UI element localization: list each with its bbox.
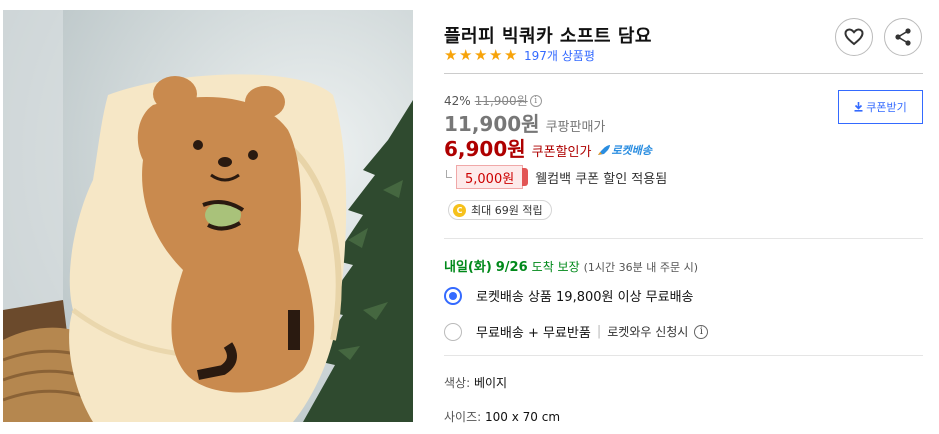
cash-reward-text: 최대 69원 적립 bbox=[471, 204, 543, 217]
cash-reward-chip: C 최대 69원 적립 bbox=[448, 200, 552, 220]
star-rating: ★ ★ ★ ★ ★ bbox=[444, 45, 519, 64]
delivery-condition: (1시간 36분 내 주문 시) bbox=[583, 261, 699, 274]
download-coupon-label: 쿠폰받기 bbox=[866, 101, 907, 114]
spec-value: 100 x 70 cm bbox=[485, 410, 561, 424]
star-icon: ★ bbox=[474, 45, 488, 64]
star-icon: ★ bbox=[444, 45, 458, 64]
spec-value: 베이지 bbox=[473, 376, 508, 390]
coupon-amount-chip: 5,000원 bbox=[456, 165, 529, 189]
sale-price-row: 6,900원 쿠폰할인가 로켓배송 bbox=[444, 133, 652, 162]
download-icon bbox=[854, 102, 863, 112]
product-photo bbox=[3, 10, 413, 422]
spec-size: 사이즈: 100 x 70 cm bbox=[444, 408, 560, 425]
tree-corner bbox=[446, 170, 452, 178]
download-coupon-button[interactable]: 쿠폰받기 bbox=[838, 90, 923, 124]
divider bbox=[444, 355, 923, 356]
shipping-option-free[interactable]: 무료배송 + 무료반품 | 로켓와우 신청시 i bbox=[444, 322, 709, 341]
review-count-link[interactable]: 197개 상품평 bbox=[524, 47, 595, 64]
info-icon[interactable]: i bbox=[694, 324, 709, 339]
delivery-day: 내일(화) bbox=[444, 260, 492, 275]
separator: | bbox=[596, 324, 602, 339]
delivery-estimate: 내일(화) 9/26 도착 보장 (1시간 36분 내 주문 시) bbox=[444, 256, 698, 275]
product-image[interactable] bbox=[3, 10, 413, 422]
shipping-option-label: 무료배송 + 무료반품 bbox=[476, 326, 591, 341]
original-price-row: 42% 11,900원 i bbox=[444, 92, 542, 109]
radio-unselected[interactable] bbox=[444, 322, 462, 341]
star-icon: ★ bbox=[489, 45, 503, 64]
info-icon[interactable]: i bbox=[529, 94, 542, 107]
divider bbox=[444, 238, 923, 239]
spec-color: 색상: 베이지 bbox=[444, 374, 507, 391]
divider bbox=[444, 73, 923, 74]
coupon-applied-text: 웰컴백 쿠폰 할인 적용됨 bbox=[535, 171, 668, 187]
product-info-panel: 플러피 빅쿼카 소프트 담요 ★ ★ ★ ★ ★ 197개 상품평 42% 11… bbox=[444, 0, 924, 434]
share-button[interactable] bbox=[884, 18, 922, 56]
rocket-delivery-badge: 로켓배송 bbox=[597, 142, 652, 158]
shipping-option-label: 로켓배송 상품 19,800원 이상 무료배송 bbox=[476, 290, 694, 305]
sale-price-label: 쿠폰할인가 bbox=[531, 145, 592, 160]
star-icon: ★ bbox=[459, 45, 473, 64]
wishlist-button[interactable] bbox=[835, 18, 873, 56]
share-icon bbox=[895, 28, 911, 46]
spec-key: 색상: bbox=[444, 376, 471, 390]
shipping-option-sub: 로켓와우 신청시 bbox=[607, 325, 689, 339]
discount-percent: 42% bbox=[444, 93, 471, 108]
delivery-guarantee: 도착 보장 bbox=[531, 260, 580, 274]
product-title: 플러피 빅쿼카 소프트 담요 bbox=[444, 26, 652, 47]
shipping-option-rocket[interactable]: 로켓배송 상품 19,800원 이상 무료배송 bbox=[444, 286, 694, 305]
sale-price: 6,900원 bbox=[444, 137, 526, 161]
rocket-icon bbox=[598, 145, 611, 155]
delivery-date: 9/26 bbox=[495, 260, 528, 275]
spec-key: 사이즈: bbox=[444, 410, 482, 424]
rocket-label: 로켓배송 bbox=[611, 144, 652, 157]
rating-row[interactable]: ★ ★ ★ ★ ★ 197개 상품평 bbox=[444, 46, 595, 64]
coin-icon: C bbox=[453, 203, 466, 217]
star-icon: ★ bbox=[504, 45, 518, 64]
original-price: 11,900원 bbox=[474, 94, 528, 108]
heart-icon bbox=[844, 28, 864, 46]
coupon-row: 5,000원 웰컴백 쿠폰 할인 적용됨 bbox=[444, 165, 667, 189]
radio-selected[interactable] bbox=[444, 286, 462, 305]
